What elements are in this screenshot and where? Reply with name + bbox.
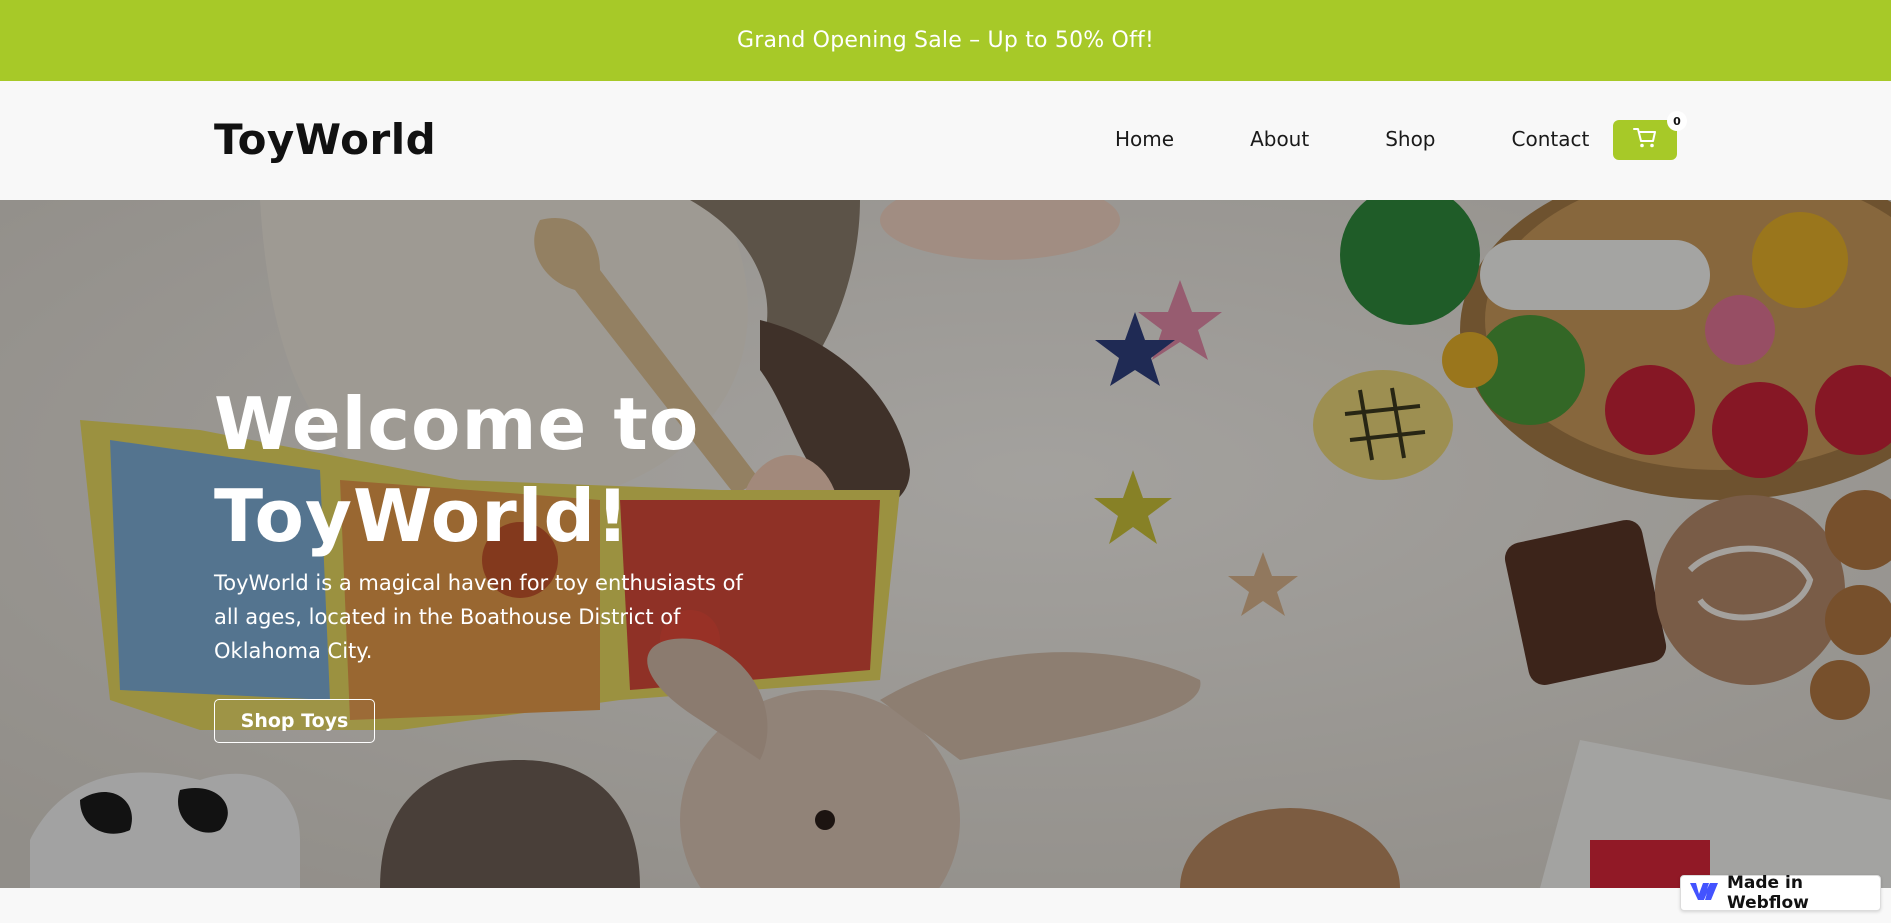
hero-subtitle: ToyWorld is a magical haven for toy enth… xyxy=(214,571,743,663)
announcement-bar: Grand Opening Sale – Up to 50% Off! xyxy=(0,0,1891,81)
nav-link-home[interactable]: Home xyxy=(1115,127,1174,151)
shop-toys-button[interactable]: Shop Toys xyxy=(214,699,375,743)
made-in-webflow-badge[interactable]: Made in Webflow xyxy=(1680,873,1881,913)
nav-link-contact[interactable]: Contact xyxy=(1512,127,1590,151)
cart-count-badge: 0 xyxy=(1667,111,1687,131)
nav-menu: Home About Shop Contact xyxy=(1115,127,1589,151)
webflow-badge-label: Made in Webflow xyxy=(1727,873,1809,913)
nav-link-about[interactable]: About xyxy=(1250,127,1309,151)
announcement-text: Grand Opening Sale – Up to 50% Off! xyxy=(737,28,1154,53)
cart-icon xyxy=(1633,127,1657,153)
hero-title: Welcome to ToyWorld! xyxy=(214,378,814,562)
navbar: ToyWorld Home About Shop Contact 0 xyxy=(0,81,1891,200)
brand-logo[interactable]: ToyWorld xyxy=(214,115,436,164)
hero-title-line2: ToyWorld! xyxy=(214,474,630,558)
hero-title-line1: Welcome to xyxy=(214,382,700,466)
webflow-logo-icon xyxy=(1689,881,1719,905)
hero-section: Welcome to ToyWorld! ToyWorld is a magic… xyxy=(0,200,1891,888)
cart-button[interactable]: 0 xyxy=(1613,111,1687,160)
nav-link-shop[interactable]: Shop xyxy=(1385,127,1435,151)
